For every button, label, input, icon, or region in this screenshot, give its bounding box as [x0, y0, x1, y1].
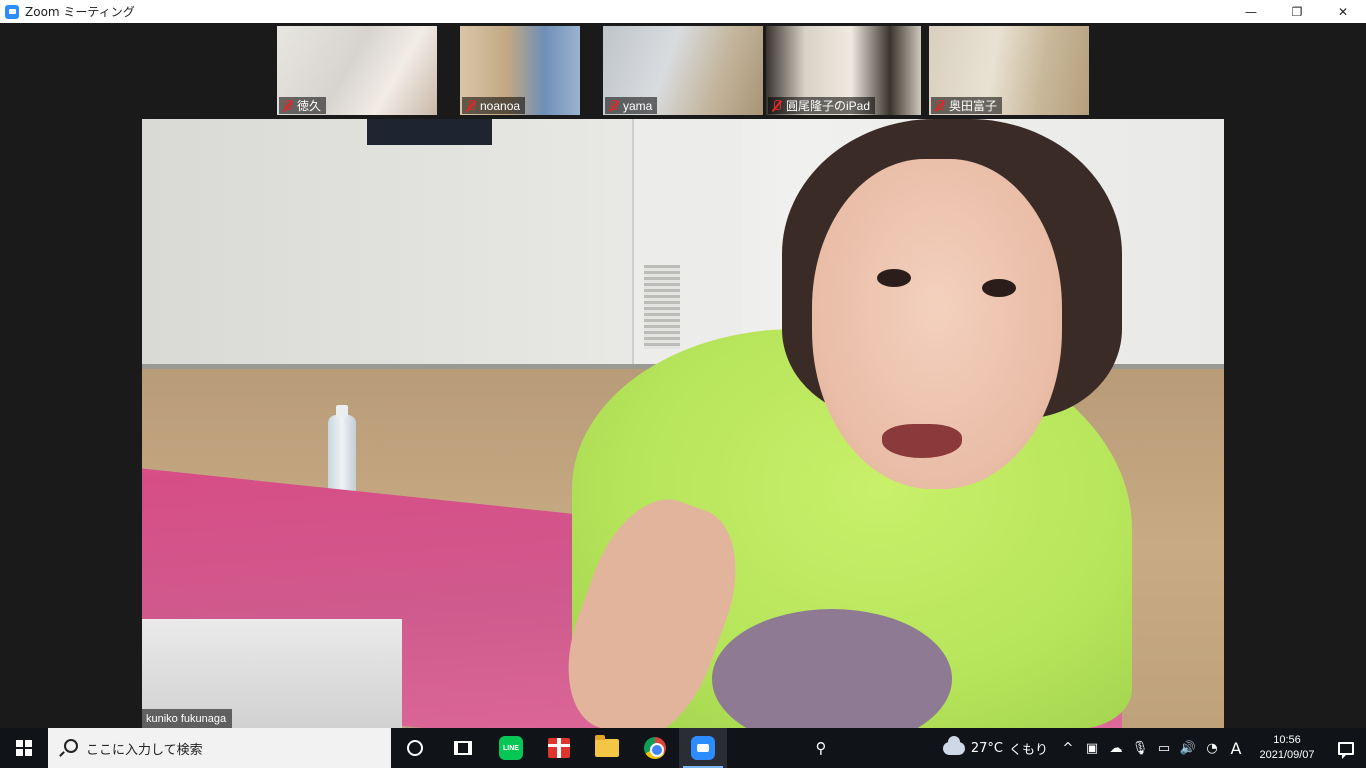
mic-muted-icon — [608, 99, 620, 112]
mic-muted-icon — [465, 99, 477, 112]
participant-name: noanoa — [480, 98, 521, 113]
taskbar-line-app[interactable]: LINE — [487, 728, 535, 768]
zoom-icon — [691, 736, 715, 760]
cortana-icon — [407, 740, 423, 756]
windows-logo-icon — [16, 740, 32, 756]
ime-indicator[interactable]: A — [1224, 728, 1248, 768]
participant-name: 圓尾隆子のiPad — [786, 99, 871, 113]
taskbar-clock[interactable]: 10:56 2021/09/07 — [1248, 733, 1326, 763]
minimize-button[interactable]: — — [1228, 0, 1274, 23]
participant-name-tag: noanoa — [462, 97, 526, 114]
participant-name-tag: yama — [605, 97, 658, 114]
search-placeholder: ここに入力して検索 — [86, 742, 203, 758]
taskbar-chrome[interactable] — [631, 728, 679, 768]
camera-tray-icon[interactable]: ▣ — [1080, 728, 1104, 768]
participant-thumbnail[interactable]: 圓尾隆子のiPad — [766, 26, 921, 115]
weather-temperature: 27°C — [970, 740, 1003, 756]
participant-name-tag: 奥田富子 — [931, 97, 1003, 114]
taskbar-people[interactable]: ⚲ — [797, 728, 845, 768]
meeting-area: 徳久 noanoa yama 圓尾隆子のiPad 奥田富子 kuniko fuk… — [0, 23, 1366, 728]
weather-widget[interactable]: 27°C くもり — [935, 735, 1056, 758]
cloud-icon — [942, 735, 965, 755]
video-speaker-figure — [545, 119, 1224, 728]
notification-icon — [1338, 741, 1354, 759]
notification-center-button[interactable] — [1326, 728, 1366, 768]
taskbar-file-explorer[interactable] — [583, 728, 631, 768]
clock-time: 10:56 — [1273, 734, 1301, 746]
start-button[interactable] — [0, 728, 48, 768]
video-curtain — [367, 119, 492, 145]
onedrive-icon[interactable]: ☁ — [1104, 728, 1128, 768]
speaker-eye — [982, 279, 1016, 297]
cortana-button[interactable] — [391, 728, 439, 768]
active-speaker-video[interactable]: kuniko fukunaga — [142, 119, 1224, 728]
participant-thumbnail[interactable]: noanoa — [460, 26, 580, 115]
clock-date: 2021/09/07 — [1259, 749, 1315, 761]
gift-icon — [548, 738, 570, 758]
battery-icon[interactable]: ▭ — [1152, 728, 1176, 768]
speaker-eye — [877, 269, 911, 287]
mic-muted-icon — [282, 99, 294, 112]
participant-name: 奥田富子 — [949, 99, 998, 113]
people-icon: ⚲ — [815, 739, 827, 757]
close-button[interactable]: ✕ — [1320, 0, 1366, 23]
weather-condition: くもり — [1008, 742, 1048, 758]
participant-thumbnail[interactable]: yama — [603, 26, 763, 115]
search-icon — [64, 739, 78, 753]
speaker-mouth — [882, 424, 962, 458]
volume-icon[interactable]: 🔊 — [1176, 728, 1200, 768]
mic-muted-icon — [771, 99, 783, 112]
wifi-icon[interactable]: ◔ — [1200, 728, 1224, 768]
taskbar-zoom[interactable] — [679, 728, 727, 768]
zoom-app-icon — [5, 4, 19, 19]
taskbar-gift-app[interactable] — [535, 728, 583, 768]
restore-button[interactable]: ❐ — [1274, 0, 1320, 23]
windows-taskbar: ここに入力して検索 LINE ⚲ 27°C くもり ^ ▣ ☁ 🎙 ▭ 🔊 ◔ … — [0, 728, 1366, 768]
folder-icon — [595, 735, 619, 757]
taskbar-search-box[interactable]: ここに入力して検索 — [48, 728, 391, 768]
system-tray: 27°C くもり ^ ▣ ☁ 🎙 ▭ 🔊 ◔ A 10:56 2021/09/0… — [935, 728, 1366, 768]
task-view-icon — [454, 741, 472, 755]
active-speaker-name-tag: kuniko fukunaga — [142, 709, 233, 728]
tray-overflow-chevron[interactable]: ^ — [1056, 728, 1080, 768]
participant-thumbnail[interactable]: 徳久 — [277, 26, 437, 115]
participant-name-tag: 圓尾隆子のiPad — [768, 97, 876, 114]
mic-muted-icon — [934, 99, 946, 112]
participant-name: yama — [623, 98, 653, 113]
window-title: Zoom ミーティング — [25, 5, 135, 19]
participant-name: 徳久 — [297, 99, 322, 113]
line-app-icon: LINE — [499, 736, 523, 760]
participant-thumbnail[interactable]: 奥田富子 — [929, 26, 1089, 115]
task-view-button[interactable] — [439, 728, 487, 768]
title-bar: Zoom ミーティング — ❐ ✕ — [0, 0, 1366, 23]
chrome-icon — [644, 737, 666, 759]
window-controls: — ❐ ✕ — [1228, 0, 1366, 23]
microphone-icon[interactable]: 🎙 — [1128, 728, 1152, 768]
participant-name-tag: 徳久 — [279, 97, 327, 114]
